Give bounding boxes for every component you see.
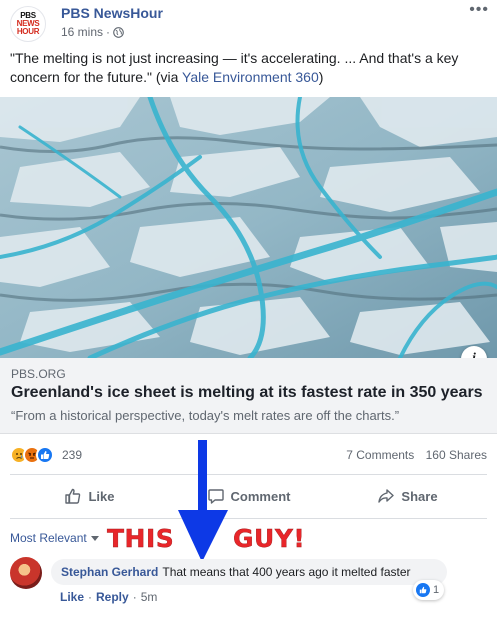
- like-button-label: Like: [88, 488, 115, 504]
- divider: [10, 474, 487, 475]
- feed-post: PBS NEWS HOUR PBS NewsHour 16 mins · •••…: [0, 0, 497, 622]
- link-description: “From a historical perspective, today's …: [11, 408, 400, 423]
- separator-dot: ·: [88, 590, 93, 604]
- comment-time[interactable]: 5m: [141, 590, 158, 604]
- post-meta: 16 mins ·: [61, 25, 124, 39]
- via-link[interactable]: Yale Environment 360: [182, 69, 319, 85]
- link-preview-image[interactable]: [0, 97, 497, 358]
- link-domain: PBS.ORG: [11, 367, 66, 381]
- comment-reply-link[interactable]: Reply: [96, 590, 129, 604]
- logo-line-3: HOUR: [16, 27, 40, 36]
- comment-like-link[interactable]: Like: [60, 590, 84, 604]
- post-header: PBS NEWS HOUR PBS NewsHour 16 mins · •••: [10, 1, 497, 42]
- like-button[interactable]: Like: [10, 476, 169, 516]
- comment-sort-label: Most Relevant: [10, 531, 87, 545]
- reaction-count[interactable]: 239: [62, 448, 82, 462]
- more-horizontal-icon[interactable]: •••: [469, 1, 489, 19]
- share-button[interactable]: Share: [328, 476, 487, 516]
- post-actions: Like Comment Share: [10, 476, 487, 516]
- separator-dot: ·: [132, 590, 137, 604]
- comment-bubble: Stephan Gerhard That means that 400 year…: [51, 559, 447, 585]
- comment-button-label: Comment: [230, 488, 291, 504]
- comment-text: That means that 400 years ago it melted …: [162, 565, 411, 579]
- like-reaction-icon: [416, 583, 430, 597]
- overlay-caption-left: THIS: [107, 524, 175, 553]
- engagement-counts: 7 Comments 160 Shares: [346, 448, 487, 462]
- comment-actions: Like · Reply · 5m: [60, 590, 157, 604]
- chevron-down-icon: [90, 535, 99, 541]
- overlay-caption-right: GUY!: [233, 524, 306, 553]
- reactions-summary: 239 7 Comments 160 Shares: [10, 444, 487, 466]
- status-end: ): [318, 69, 324, 85]
- commenter-avatar[interactable]: [10, 557, 42, 589]
- comment-sort-dropdown[interactable]: Most Relevant: [10, 531, 99, 545]
- comments-count[interactable]: 7 Comments: [346, 448, 414, 462]
- post-status: "The melting is not just increasing — it…: [10, 49, 480, 87]
- link-preview-card[interactable]: PBS.ORG Greenland's ice sheet is melting…: [0, 358, 497, 434]
- comment-like-count: 1: [433, 584, 440, 596]
- meta-separator: ·: [106, 25, 111, 39]
- share-icon: [378, 489, 395, 503]
- arrow-down-icon: [178, 440, 228, 562]
- shares-count[interactable]: 160 Shares: [426, 448, 487, 462]
- page-avatar[interactable]: PBS NEWS HOUR: [10, 6, 46, 42]
- ice-sheet-aerial-image: [0, 97, 497, 358]
- thumbs-up-icon: [65, 488, 81, 504]
- link-title[interactable]: Greenland's ice sheet is melting at its …: [11, 384, 483, 402]
- globe-icon: [113, 26, 124, 38]
- divider: [10, 518, 487, 519]
- comment-reaction-badge[interactable]: 1: [413, 580, 445, 600]
- page-name-link[interactable]: PBS NewsHour: [61, 5, 163, 21]
- post-time[interactable]: 16 mins: [61, 25, 103, 39]
- like-reaction-icon: [36, 446, 54, 464]
- share-button-label: Share: [401, 488, 438, 504]
- reaction-icons[interactable]: [10, 446, 54, 464]
- comment-author[interactable]: Stephan Gerhard: [61, 565, 158, 579]
